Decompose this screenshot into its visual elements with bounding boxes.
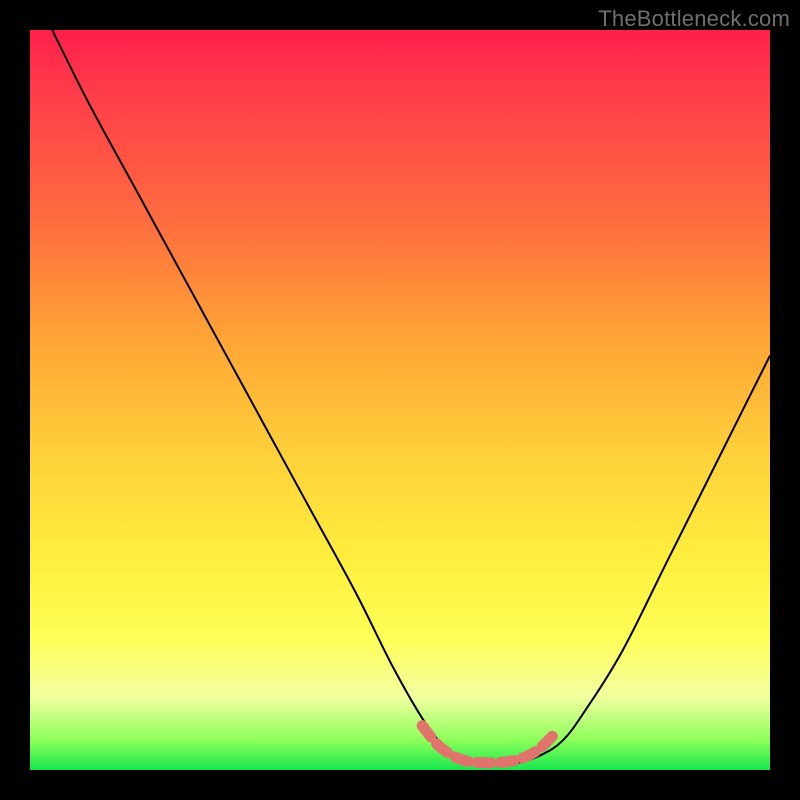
optimal-band (422, 726, 555, 763)
chart-frame: TheBottleneck.com (0, 0, 800, 800)
bottleneck-curve (52, 30, 770, 764)
chart-svg (30, 30, 770, 770)
watermark-label: TheBottleneck.com (598, 6, 790, 32)
plot-area (30, 30, 770, 770)
